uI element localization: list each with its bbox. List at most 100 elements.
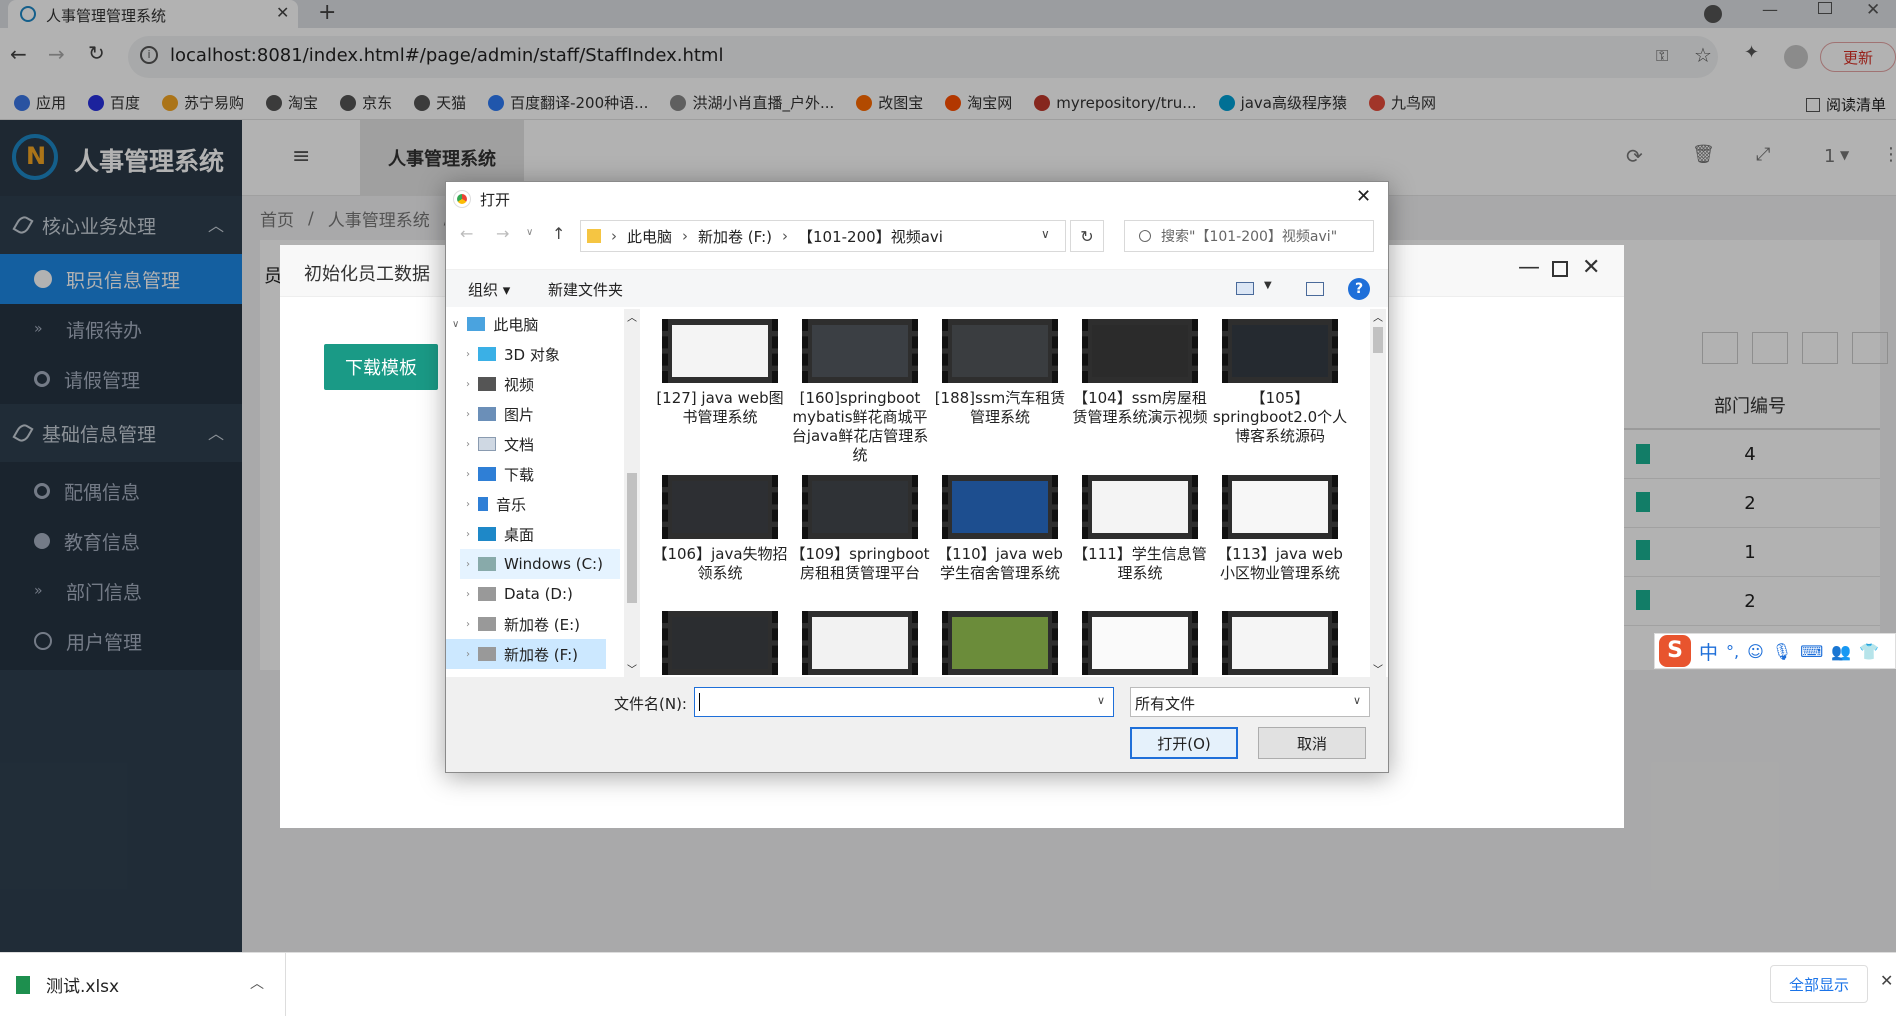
close-icon[interactable]: ✕ — [1356, 186, 1371, 207]
file-tile[interactable]: 【110】java web学生宿舍管理系统 — [930, 475, 1070, 583]
tree-item-drive-f[interactable]: › 新加卷 (F:) — [446, 639, 606, 669]
video-thumbnail — [1082, 475, 1198, 539]
download-bar: 测试.xlsx ︿ 全部显示 ✕ — [0, 952, 1896, 1016]
forward-icon[interactable]: → — [496, 224, 509, 243]
tree-item-music[interactable]: › 音乐 — [466, 489, 526, 519]
tree-item-drive-c[interactable]: › Windows (C:) — [460, 549, 620, 579]
open-button[interactable]: 打开(O) — [1130, 727, 1238, 759]
chevron-down-icon[interactable]: ∨ — [1097, 694, 1105, 707]
close-icon[interactable]: ✕ — [1582, 255, 1600, 280]
search-input[interactable]: 搜索"【101-200】视频avi" — [1124, 220, 1374, 252]
new-folder-button[interactable]: 新建文件夹 — [548, 279, 623, 300]
microphone-icon: 🎙 — [1771, 641, 1793, 661]
tree-item-documents[interactable]: › 文档 — [466, 429, 534, 459]
tree-scrollbar[interactable]: ︿ ﹀ — [624, 309, 640, 677]
file-tile[interactable]: [188]ssm汽车租赁管理系统 — [930, 319, 1070, 427]
scroll-down-icon[interactable]: ﹀ — [1373, 661, 1383, 676]
scroll-up-icon[interactable]: ︿ — [1373, 309, 1383, 324]
preview-pane-icon[interactable] — [1306, 282, 1324, 296]
cancel-button[interactable]: 取消 — [1258, 727, 1366, 759]
file-tile[interactable]: 【113】java web小区物业管理系统 — [1210, 475, 1350, 583]
file-tile[interactable]: 【111】学生信息管理系统 — [1070, 475, 1210, 583]
command-bar: 组织 ▾ 新建文件夹 ▼ ? — [446, 269, 1388, 307]
path-breadcrumb[interactable]: › 此电脑 › 新加卷 (F:) › 【101-200】视频avi ∨ — [580, 220, 1066, 252]
video-thumbnail — [802, 319, 918, 383]
file-tile[interactable] — [1210, 611, 1350, 677]
video-thumbnail — [1082, 611, 1198, 675]
scroll-down-icon[interactable]: ﹀ — [627, 661, 637, 676]
scroll-thumb[interactable] — [1373, 327, 1383, 353]
path-segment[interactable]: 此电脑 — [627, 226, 672, 247]
tree-item-downloads[interactable]: › 下载 — [466, 459, 534, 489]
tree-item-drive-d[interactable]: › Data (D:) — [466, 579, 573, 609]
tree-item-this-pc[interactable]: ∨ 此电脑 — [452, 309, 538, 339]
file-tile[interactable] — [790, 611, 930, 677]
text-cursor — [699, 693, 700, 711]
help-icon[interactable]: ? — [1348, 278, 1370, 300]
file-open-dialog: 打开 ✕ ← → ∨ ↑ › 此电脑 › 新加卷 (F:) › 【101-200… — [445, 181, 1389, 773]
video-thumbnail — [1222, 319, 1338, 383]
refresh-icon: ↻ — [1080, 226, 1094, 246]
video-thumbnail — [802, 475, 918, 539]
tree-item-3d[interactable]: › 3D 对象 — [466, 339, 560, 369]
emoji-icon: ☺ — [1747, 641, 1764, 661]
ime-mode-label: 中 — [1699, 641, 1719, 664]
view-mode-icon[interactable] — [1236, 282, 1254, 295]
show-all-button[interactable]: 全部显示 — [1770, 965, 1868, 1003]
tree-item-drive-e[interactable]: › 新加卷 (E:) — [466, 609, 580, 639]
path-segment[interactable]: 【101-200】视频avi — [798, 226, 943, 247]
back-icon[interactable]: ← — [460, 224, 473, 243]
recent-dropdown-icon[interactable]: ∨ — [526, 227, 533, 238]
up-folder-icon[interactable]: ↑ — [552, 224, 565, 243]
file-tile[interactable]: 【106】java失物招领系统 — [650, 475, 790, 583]
file-tile[interactable]: 【109】springboot房租租赁管理平台 — [790, 475, 930, 583]
path-segment[interactable]: 新加卷 (F:) — [698, 226, 772, 247]
file-tile[interactable] — [930, 611, 1070, 677]
file-tile[interactable]: [127] java web图书管理系统 — [650, 319, 790, 427]
show-all-label: 全部显示 — [1788, 975, 1849, 994]
close-icon[interactable]: ✕ — [1880, 971, 1893, 990]
file-tile[interactable] — [1070, 611, 1210, 677]
keyboard-icon: ⌨ — [1800, 641, 1824, 661]
file-tile[interactable]: 【105】springboot2.0个人博客系统源码 — [1210, 319, 1350, 446]
modal-title: 初始化员工数据 — [304, 264, 430, 285]
chrome-icon — [453, 190, 471, 208]
download-template-button[interactable]: 下载模板 — [324, 344, 438, 390]
user-icon: 👥 — [1831, 641, 1852, 661]
chevron-down-icon[interactable]: ∨ — [1353, 694, 1361, 707]
folder-icon — [587, 229, 601, 243]
minimize-icon[interactable]: — — [1518, 255, 1540, 280]
video-thumbnail — [662, 475, 778, 539]
file-tile[interactable] — [650, 611, 790, 677]
music-icon — [478, 497, 488, 511]
file-tile[interactable]: 【104】ssm房屋租赁管理系统演示视频 — [1070, 319, 1210, 427]
download-template-label: 下载模板 — [345, 358, 417, 379]
chevron-down-icon[interactable]: ∨ — [1041, 227, 1050, 241]
download-icon — [478, 467, 496, 481]
view-dropdown-icon[interactable]: ▼ — [1264, 280, 1272, 291]
chevron-up-icon[interactable]: ︿ — [250, 973, 264, 993]
maximize-icon[interactable] — [1552, 261, 1568, 277]
file-grid-scrollbar[interactable]: ︿ ﹀ — [1370, 309, 1386, 677]
document-icon — [478, 437, 496, 451]
tree-item-desktop[interactable]: › 桌面 — [466, 519, 534, 549]
refresh-button[interactable]: ↻ — [1070, 220, 1104, 252]
punctuation-icon: °, — [1726, 641, 1740, 661]
filetype-select[interactable]: 所有文件 ∨ — [1130, 687, 1370, 717]
file-tile[interactable]: [160]springboot mybatis鲜花商城平台java鲜花店管理系统 — [790, 319, 930, 465]
computer-icon — [467, 317, 486, 331]
ime-toolbar[interactable]: S 中 °, ☺ 🎙 ⌨ 👥 👕 — [1654, 633, 1896, 669]
search-placeholder: 搜索"【101-200】视频avi" — [1161, 229, 1338, 245]
scroll-thumb[interactable] — [627, 473, 637, 603]
scroll-up-icon[interactable]: ︿ — [627, 309, 637, 324]
video-thumbnail — [942, 611, 1058, 675]
download-item[interactable]: 测试.xlsx ︿ — [0, 953, 286, 1016]
tree-item-videos[interactable]: › 视频 — [466, 369, 534, 399]
filename-label: 文件名(N): — [614, 695, 687, 713]
organize-menu[interactable]: 组织 ▾ — [468, 279, 510, 300]
filename-input[interactable]: ∨ — [694, 687, 1114, 717]
cancel-label: 取消 — [1296, 734, 1327, 753]
desktop-icon — [478, 527, 496, 541]
drive-icon — [478, 617, 496, 631]
tree-item-pictures[interactable]: › 图片 — [466, 399, 534, 429]
